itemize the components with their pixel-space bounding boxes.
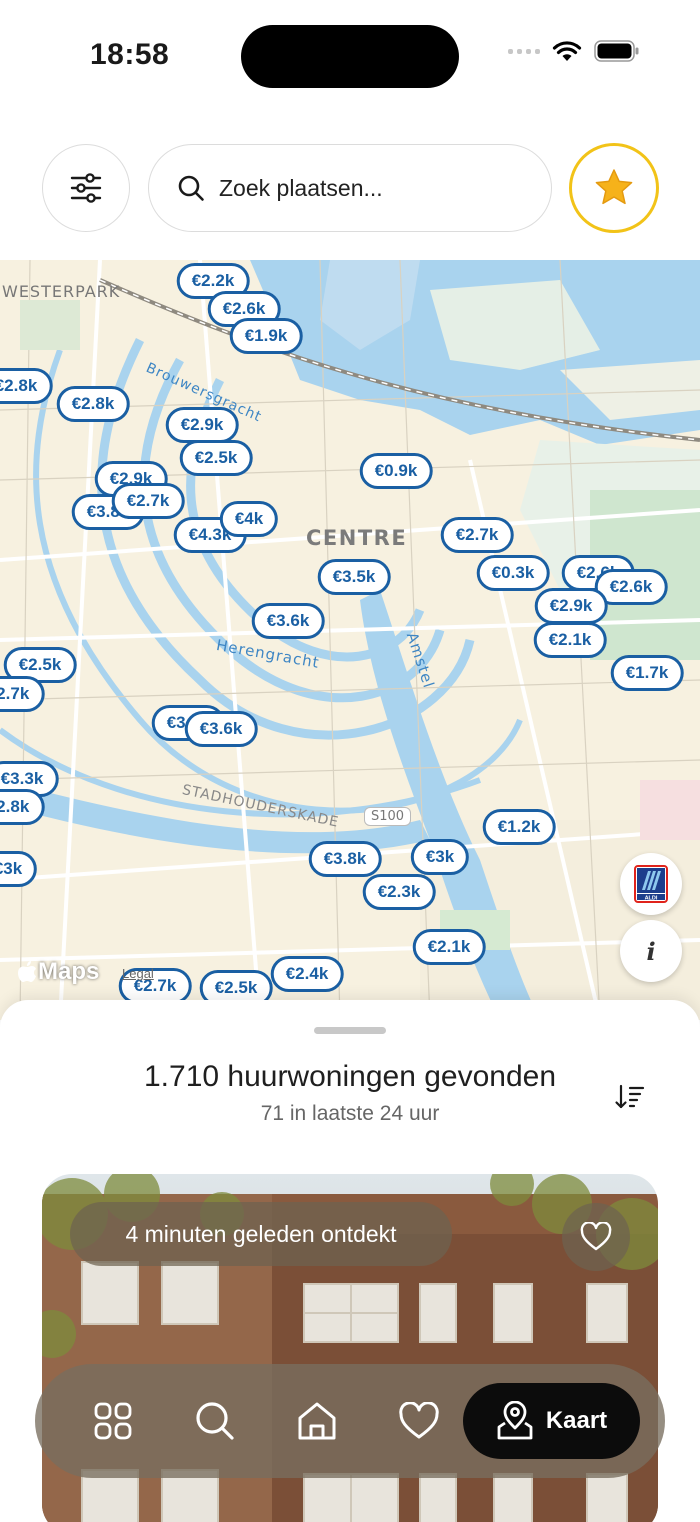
favorite-button[interactable] bbox=[562, 1203, 630, 1271]
price-pin[interactable]: €3k bbox=[410, 839, 470, 875]
apple-maps-logo: Maps bbox=[18, 958, 99, 986]
legal-link[interactable]: Legal bbox=[122, 966, 154, 981]
apple-icon bbox=[18, 961, 36, 982]
price-pin[interactable]: €2.9k bbox=[534, 588, 608, 624]
search-placeholder: Zoek plaatsen... bbox=[219, 174, 383, 201]
wifi-icon bbox=[552, 41, 582, 61]
map-label-s100: S100 bbox=[364, 807, 412, 826]
price-pin[interactable]: €2.8k bbox=[0, 789, 45, 825]
price-pin[interactable]: €2.1k bbox=[412, 929, 486, 965]
tab-map-label: Kaart bbox=[545, 1407, 608, 1434]
map-info-button[interactable]: i bbox=[620, 920, 682, 982]
sort-icon bbox=[615, 1084, 645, 1109]
sheet-grabber[interactable] bbox=[314, 1027, 386, 1034]
price-pin[interactable]: €2.7k bbox=[111, 483, 185, 519]
heart-icon bbox=[580, 1222, 612, 1251]
result-count: 1.710 huurwoningen gevonden bbox=[143, 1060, 557, 1093]
price-pin[interactable]: €3.6k bbox=[251, 603, 325, 639]
cellular-signal-icon bbox=[508, 48, 540, 54]
discovered-time-badge: 4 minuten geleden ontdekt bbox=[70, 1202, 452, 1266]
map-pin-icon bbox=[497, 1401, 533, 1440]
map-view[interactable]: WESTERPARK Brouwersgracht CENTRE Amstel … bbox=[0, 260, 700, 1020]
price-pin[interactable]: €2.7k bbox=[0, 676, 45, 712]
dynamic-island bbox=[241, 25, 459, 88]
grid-icon bbox=[94, 1402, 132, 1440]
maps-attribution: Maps bbox=[38, 958, 100, 985]
result-subtext: 71 in laatste 24 uur bbox=[260, 1102, 440, 1125]
price-pin[interactable]: €2.9k bbox=[165, 407, 239, 443]
info-icon: i bbox=[646, 936, 656, 966]
price-pin[interactable]: €1.9k bbox=[229, 318, 303, 354]
price-pin[interactable]: €3k bbox=[0, 851, 38, 887]
sort-button[interactable] bbox=[610, 1080, 650, 1114]
price-pin[interactable]: €0.9k bbox=[359, 453, 433, 489]
tab-favorites[interactable] bbox=[369, 1381, 469, 1461]
search-input[interactable]: Zoek plaatsen... bbox=[148, 144, 552, 232]
aldi-poi-button[interactable]: ALDI bbox=[620, 853, 682, 915]
price-pin[interactable]: €2.7k bbox=[440, 517, 514, 553]
heart-icon bbox=[399, 1402, 439, 1439]
filter-button[interactable] bbox=[42, 144, 130, 232]
map-label-centre: CENTRE bbox=[306, 526, 408, 550]
star-icon bbox=[595, 169, 633, 205]
aldi-logo-icon: ALDI bbox=[634, 865, 668, 903]
battery-icon bbox=[594, 40, 639, 62]
price-pin[interactable]: €2.8k bbox=[0, 368, 53, 404]
map-label-westerpark: WESTERPARK bbox=[2, 282, 121, 301]
price-pin[interactable]: €2.8k bbox=[56, 386, 130, 422]
aldi-text: ALDI bbox=[645, 895, 658, 901]
saved-searches-button[interactable] bbox=[569, 143, 659, 233]
tab-home[interactable] bbox=[267, 1381, 367, 1461]
search-icon bbox=[178, 175, 204, 201]
search-icon bbox=[196, 1402, 234, 1440]
status-time: 18:58 bbox=[90, 38, 170, 71]
price-pin[interactable]: €3.5k bbox=[317, 559, 391, 595]
tab-overview[interactable] bbox=[63, 1381, 163, 1461]
price-pin[interactable]: €3.6k bbox=[184, 711, 258, 747]
tab-search[interactable] bbox=[165, 1381, 265, 1461]
tab-map[interactable]: Kaart bbox=[463, 1383, 640, 1459]
price-pin[interactable]: €4k bbox=[219, 501, 279, 537]
sliders-icon bbox=[70, 173, 102, 203]
price-pin[interactable]: €2.4k bbox=[270, 956, 344, 992]
status-bar: 18:58 bbox=[0, 0, 700, 110]
home-icon bbox=[298, 1402, 336, 1440]
price-pin[interactable]: €3.8k bbox=[308, 841, 382, 877]
price-pin[interactable]: €1.7k bbox=[610, 655, 684, 691]
tab-bar: Kaart bbox=[35, 1364, 665, 1478]
status-icons bbox=[508, 40, 640, 62]
price-pin[interactable]: €2.3k bbox=[362, 874, 436, 910]
price-pin[interactable]: €0.3k bbox=[476, 555, 550, 591]
price-pin[interactable]: €1.2k bbox=[482, 809, 556, 845]
price-pin[interactable]: €2.1k bbox=[533, 622, 607, 658]
price-pin[interactable]: €2.5k bbox=[179, 440, 253, 476]
